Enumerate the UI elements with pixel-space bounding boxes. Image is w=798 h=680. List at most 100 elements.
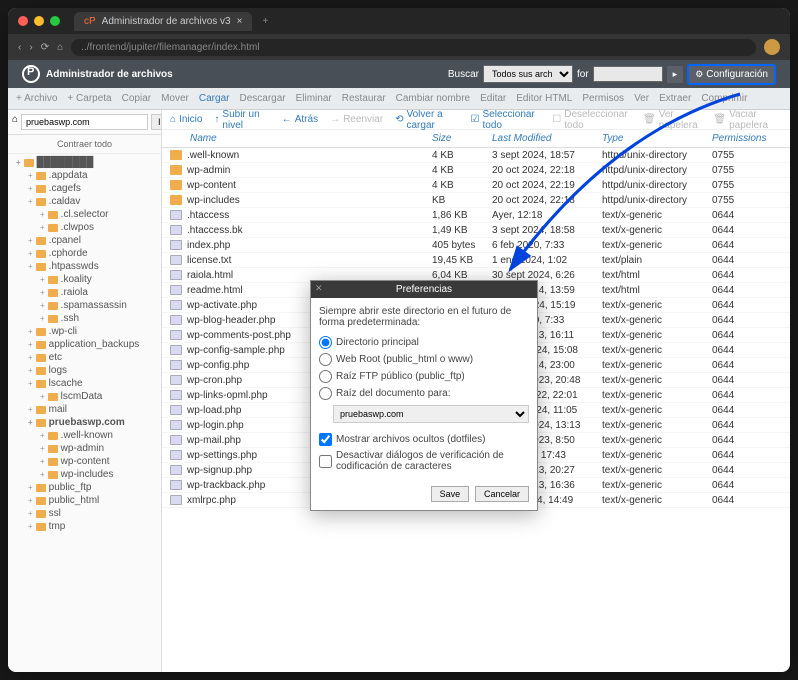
col-size[interactable]: Size xyxy=(432,133,492,144)
home-icon[interactable]: ⌂ xyxy=(57,42,63,53)
search-input[interactable] xyxy=(593,66,663,82)
tree-item[interactable]: +lscmData xyxy=(8,390,161,403)
tree-item[interactable]: +████████ xyxy=(8,156,161,169)
opt-ftp-root[interactable]: Raíz FTP público (public_ftp) xyxy=(319,368,529,385)
search-for-label: for xyxy=(577,69,589,80)
toolbar-2[interactable]: Copiar xyxy=(122,93,151,104)
file-row[interactable]: .htaccess.bk1,49 KB3 sept 2024, 18:58tex… xyxy=(162,223,790,238)
minimize-window[interactable] xyxy=(34,16,44,26)
cancel-button[interactable]: Cancelar xyxy=(475,486,529,502)
tree-item[interactable]: +.wp-cli xyxy=(8,325,161,338)
home-tree-icon[interactable]: ⌂ xyxy=(12,114,18,130)
col-perms[interactable]: Permissions xyxy=(712,133,782,144)
go-button[interactable]: Ir xyxy=(151,114,162,130)
toolbar-8[interactable]: Cambiar nombre xyxy=(396,93,470,104)
tree-item[interactable]: +application_backups xyxy=(8,338,161,351)
toolbar-13[interactable]: Extraer xyxy=(659,93,691,104)
tree-item[interactable]: +.ssh xyxy=(8,312,161,325)
search-go-button[interactable]: ▸ xyxy=(667,66,684,83)
tree-item[interactable]: +logs xyxy=(8,364,161,377)
toolbar-0[interactable]: + Archivo xyxy=(16,93,57,104)
tree-item[interactable]: +public_ftp xyxy=(8,481,161,494)
file-row[interactable]: license.txt19,45 KB1 ene 2024, 1:02text/… xyxy=(162,253,790,268)
config-button[interactable]: ⚙ Configuración xyxy=(687,64,776,85)
col-name[interactable]: Name xyxy=(170,133,432,144)
tree-item[interactable]: +wp-content xyxy=(8,455,161,468)
home-action[interactable]: ⌂ Inicio xyxy=(170,114,202,125)
opt-web-root[interactable]: Web Root (public_html o www) xyxy=(319,351,529,368)
tree-item[interactable]: +.cagefs xyxy=(8,182,161,195)
toolbar-9[interactable]: Editar xyxy=(480,93,506,104)
tree-item[interactable]: +.caldav xyxy=(8,195,161,208)
tree-item[interactable]: +pruebaswp.com xyxy=(8,416,161,429)
tree-item[interactable]: +.appdata xyxy=(8,169,161,182)
tree-item[interactable]: +public_html xyxy=(8,494,161,507)
up-level[interactable]: ↑ Subir un nivel xyxy=(214,110,269,131)
close-window[interactable] xyxy=(18,16,28,26)
tree-item[interactable]: +wp-includes xyxy=(8,468,161,481)
tree-item[interactable]: +.cphorde xyxy=(8,247,161,260)
empty-trash[interactable]: 🗑 Vaciar papelera xyxy=(713,110,782,131)
tree-item[interactable]: +.well-known xyxy=(8,429,161,442)
file-row[interactable]: wp-includesKB20 oct 2024, 22:18httpd/uni… xyxy=(162,193,790,208)
col-modified[interactable]: Last Modified xyxy=(492,133,602,144)
toolbar-12[interactable]: Ver xyxy=(634,93,649,104)
reload-action[interactable]: ⟲ Volver a cargar xyxy=(395,110,458,131)
opt-home-dir[interactable]: Directorio principal xyxy=(319,334,529,351)
tree-item[interactable]: +wp-admin xyxy=(8,442,161,455)
tree-item[interactable]: +.clwpos xyxy=(8,221,161,234)
forward-action[interactable]: → Reenviar xyxy=(330,114,383,125)
tree-item[interactable]: +.koality xyxy=(8,273,161,286)
toolbar-6[interactable]: Eliminar xyxy=(296,93,332,104)
url-field[interactable]: ../frontend/jupiter/filemanager/index.ht… xyxy=(71,39,756,56)
file-row[interactable]: .well-known4 KB3 sept 2024, 18:57httpd/u… xyxy=(162,148,790,163)
profile-avatar[interactable] xyxy=(764,39,780,55)
back-action[interactable]: ← Atrás xyxy=(282,114,318,125)
save-button[interactable]: Save xyxy=(431,486,470,502)
toolbar-4[interactable]: Cargar xyxy=(199,93,230,104)
chk-disable-enc[interactable]: Desactivar diálogos de verificación de c… xyxy=(319,448,529,474)
modal-close-icon[interactable]: ✕ xyxy=(315,283,323,294)
tree-item[interactable]: +lscache xyxy=(8,377,161,390)
file-row[interactable]: index.php405 bytes6 feb 2020, 7:33text/x… xyxy=(162,238,790,253)
file-row[interactable]: .htaccess1,86 KBAyer, 12:18text/x-generi… xyxy=(162,208,790,223)
address-bar: ‹ › ⟳ ⌂ ../frontend/jupiter/filemanager/… xyxy=(8,34,790,60)
toolbar-7[interactable]: Restaurar xyxy=(342,93,386,104)
domain-select[interactable]: pruebaswp.com xyxy=(333,405,529,423)
toolbar-3[interactable]: Mover xyxy=(161,93,189,104)
view-trash[interactable]: 🗑 Ver papelera xyxy=(643,110,701,131)
tree-item[interactable]: +.htpasswds xyxy=(8,260,161,273)
tree-item[interactable]: +mail xyxy=(8,403,161,416)
back-icon[interactable]: ‹ xyxy=(18,42,21,53)
new-tab[interactable]: + xyxy=(262,16,268,27)
tree-item[interactable]: +.cl.selector xyxy=(8,208,161,221)
toolbar-5[interactable]: Descargar xyxy=(239,93,285,104)
close-tab-icon[interactable]: × xyxy=(237,16,243,27)
deselect-all[interactable]: ☐ Deseleccionar todo xyxy=(552,110,631,131)
col-type[interactable]: Type xyxy=(602,133,712,144)
toolbar-1[interactable]: + Carpeta xyxy=(67,93,111,104)
tree-item[interactable]: +.raiola xyxy=(8,286,161,299)
tree-item[interactable]: +.cpanel xyxy=(8,234,161,247)
opt-doc-root[interactable]: Raíz del documento para: xyxy=(319,385,529,402)
tree-item[interactable]: +etc xyxy=(8,351,161,364)
tree-item[interactable]: +ssl xyxy=(8,507,161,520)
select-all[interactable]: ☑ Seleccionar todo xyxy=(471,110,541,131)
collapse-all[interactable]: Contraer todo xyxy=(8,135,161,154)
toolbar-14[interactable]: Comprimir xyxy=(701,93,747,104)
tree-item[interactable]: +tmp xyxy=(8,520,161,533)
action-bar: ⌂ Inicio ↑ Subir un nivel ← Atrás → Reen… xyxy=(162,110,790,130)
toolbar-10[interactable]: Editor HTML xyxy=(516,93,572,104)
maximize-window[interactable] xyxy=(50,16,60,26)
file-row[interactable]: wp-admin4 KB20 oct 2024, 22:18httpd/unix… xyxy=(162,163,790,178)
toolbar-11[interactable]: Permisos xyxy=(582,93,624,104)
browser-tab[interactable]: cP Administrador de archivos v3 × xyxy=(74,12,252,31)
tree-item[interactable]: +.spamassassin xyxy=(8,299,161,312)
file-row[interactable]: wp-content4 KB20 oct 2024, 22:19httpd/un… xyxy=(162,178,790,193)
titlebar: cP Administrador de archivos v3 × + xyxy=(8,8,790,34)
search-scope-select[interactable]: Todos sus archivos xyxy=(483,65,573,83)
forward-icon[interactable]: › xyxy=(29,42,32,53)
chk-show-hidden[interactable]: Mostrar archivos ocultos (dotfiles) xyxy=(319,431,529,448)
reload-icon[interactable]: ⟳ xyxy=(41,42,49,53)
path-input[interactable] xyxy=(21,114,148,130)
